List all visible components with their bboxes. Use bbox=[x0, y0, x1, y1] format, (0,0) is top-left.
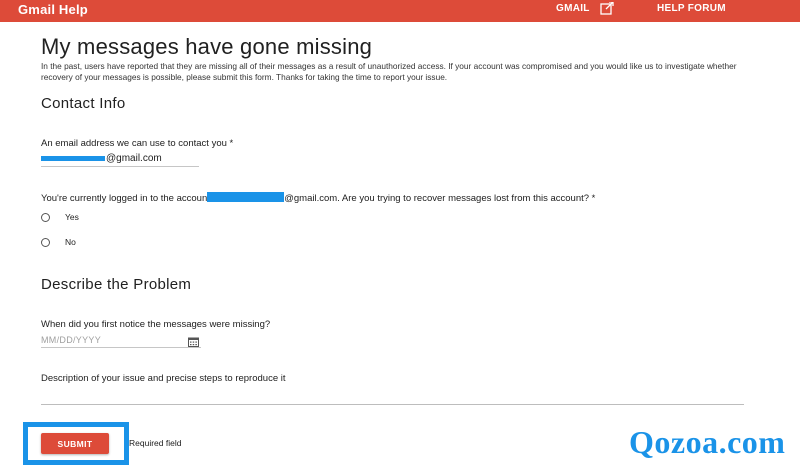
gmail-link[interactable]: GMAIL bbox=[556, 3, 590, 14]
account-question-suffix: @gmail.com. Are you trying to recover me… bbox=[284, 193, 596, 204]
help-forum-link[interactable]: HELP FORUM bbox=[657, 3, 726, 14]
redaction-bar bbox=[41, 156, 105, 161]
radio-option-yes[interactable]: Yes bbox=[41, 212, 79, 222]
describe-problem-heading: Describe the Problem bbox=[41, 276, 192, 293]
radio-option-no[interactable]: No bbox=[41, 237, 76, 247]
account-question-prefix: You're currently logged in to the accoun bbox=[41, 193, 208, 204]
calendar-icon[interactable] bbox=[188, 337, 199, 347]
email-field[interactable] bbox=[41, 166, 199, 167]
contact-info-heading: Contact Info bbox=[41, 95, 126, 112]
radio-button[interactable] bbox=[41, 237, 50, 247]
date-label: When did you first notice the messages w… bbox=[41, 319, 271, 330]
required-field-note: Required field bbox=[129, 438, 182, 448]
intro-text: In the past, users have reported that th… bbox=[41, 61, 737, 82]
app-title[interactable]: Gmail Help bbox=[18, 2, 88, 17]
description-label: Description of your issue and precise st… bbox=[41, 373, 286, 384]
date-field-underline bbox=[41, 347, 201, 348]
external-link-icon[interactable] bbox=[599, 2, 615, 16]
redaction-block bbox=[207, 192, 285, 202]
date-input[interactable]: MM/DD/YYYY bbox=[41, 335, 101, 345]
radio-button[interactable] bbox=[41, 212, 50, 222]
watermark: Qozoa.com bbox=[629, 424, 786, 460]
submit-button[interactable]: SUBMIT bbox=[41, 433, 109, 454]
email-label: An email address we can use to contact y… bbox=[41, 138, 234, 149]
description-field[interactable] bbox=[41, 404, 744, 405]
top-app-bar: Gmail Help GMAIL HELP FORUM bbox=[0, 0, 800, 22]
email-value: @gmail.com bbox=[106, 153, 162, 164]
page-title: My messages have gone missing bbox=[41, 34, 373, 59]
account-question: You're currently logged in to the accoun… bbox=[41, 192, 595, 204]
radio-label-no: No bbox=[65, 237, 76, 247]
radio-label-yes: Yes bbox=[65, 212, 79, 222]
